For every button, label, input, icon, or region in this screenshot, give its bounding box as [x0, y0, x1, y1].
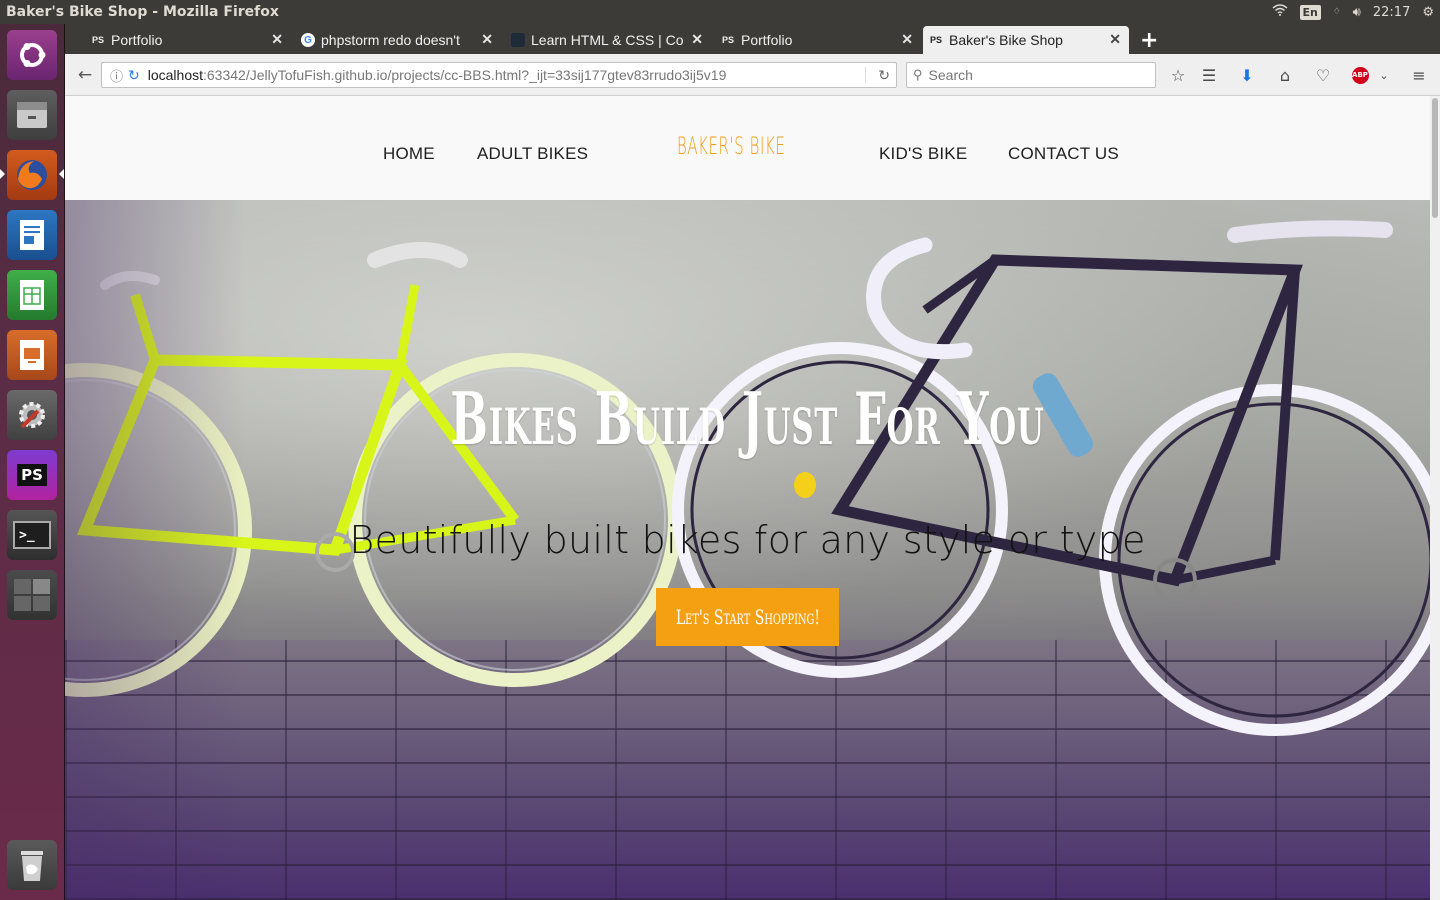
impress-icon[interactable]	[7, 330, 57, 380]
trash-icon[interactable]	[7, 840, 57, 890]
phpstorm-favicon-icon: PS	[929, 35, 942, 45]
scrollbar-thumb[interactable]	[1432, 98, 1438, 218]
file-cabinet-icon[interactable]	[7, 90, 57, 140]
url-host: localhost	[147, 67, 203, 83]
phpstorm-favicon-icon: PS	[721, 35, 734, 45]
top-panel: Baker's Bike Shop - Mozilla Firefox En ᛜ…	[0, 0, 1440, 24]
tab-label: Portfolio	[111, 32, 163, 48]
ubuntu-logo-icon[interactable]	[7, 30, 57, 80]
search-placeholder: Search	[928, 67, 973, 83]
workspaces-icon[interactable]	[7, 570, 57, 620]
tab-label: Baker's Bike Shop	[949, 32, 1063, 48]
window-title: Baker's Bike Shop - Mozilla Firefox	[6, 4, 279, 20]
reload-icon[interactable]: ↻	[878, 67, 890, 84]
home-icon[interactable]: ⌂	[1273, 63, 1297, 87]
hero-title: Bikes Build Just For You	[450, 376, 1045, 461]
url-bar[interactable]: ⓘ ↻ localhost:63342/JellyTofuFish.github…	[101, 62, 897, 88]
tab-label: Portfolio	[741, 32, 793, 48]
unity-launcher: PS >_	[0, 24, 65, 900]
url-text[interactable]: localhost:63342/JellyTofuFish.github.io/…	[148, 67, 727, 83]
close-tab-icon[interactable]: ✕	[1109, 31, 1121, 48]
nav-home[interactable]: HOME	[383, 144, 435, 164]
settings-gear-icon[interactable]: ⚙	[1422, 5, 1434, 20]
start-shopping-label: Let's Start Shopping!	[675, 605, 820, 629]
page-scrollbar[interactable]	[1430, 96, 1440, 900]
site-header: HOME ADULT BIKES BAKER'S BIKE KID'S BIKE…	[65, 96, 1430, 200]
hero-section: Bikes Build Just For You Beutifully buil…	[65, 200, 1430, 900]
pocket-icon[interactable]: ♡	[1311, 63, 1335, 87]
tab-learn-html-css[interactable]: Learn HTML & CSS | Co ✕	[505, 26, 711, 54]
keyboard-layout-indicator[interactable]: En	[1299, 4, 1321, 20]
bookmark-star-icon[interactable]: ☆	[1166, 63, 1190, 87]
browser-tab-strip: PS Portfolio ✕ G phpstorm redo doesn't ✕…	[65, 24, 1440, 54]
terminal-label: >_	[13, 521, 51, 549]
chevron-down-icon[interactable]: ⌄	[1372, 63, 1396, 87]
loading-icon: ↻	[128, 66, 140, 83]
phpstorm-icon[interactable]: PS	[7, 450, 57, 500]
tab-label: phpstorm redo doesn't	[321, 32, 460, 48]
system-tray: En ᛜ 🔊︎ 22:17 ⚙	[1272, 0, 1434, 24]
hero-subtitle: Beutifully built bikes for any style or …	[349, 518, 1146, 562]
search-icon: ⚲	[913, 67, 923, 82]
url-path: :63342/JellyTofuFish.github.io/projects/…	[203, 67, 727, 83]
bluetooth-icon[interactable]: ᛜ	[1333, 5, 1341, 20]
back-arrow-icon[interactable]: ←	[73, 63, 97, 87]
writer-icon[interactable]	[7, 210, 57, 260]
nav-adult-bikes[interactable]: ADULT BIKES	[477, 144, 588, 164]
phpstorm-favicon-icon: PS	[91, 35, 104, 45]
close-tab-icon[interactable]: ✕	[691, 31, 703, 48]
google-favicon-icon: G	[301, 33, 315, 47]
wifi-icon[interactable]	[1272, 4, 1288, 20]
tab-bakers-bike-shop[interactable]: PS Baker's Bike Shop ✕	[923, 26, 1129, 54]
phpstorm-label: PS	[17, 464, 47, 486]
tab-phpstorm-redo[interactable]: G phpstorm redo doesn't ✕	[295, 26, 501, 54]
search-bar[interactable]: ⚲ Search	[906, 62, 1156, 88]
close-tab-icon[interactable]: ✕	[271, 31, 283, 48]
clock[interactable]: 22:17	[1373, 5, 1410, 20]
page-viewport: HOME ADULT BIKES BAKER'S BIKE KID'S BIKE…	[65, 96, 1440, 900]
settings-icon[interactable]	[7, 390, 57, 440]
reading-list-icon[interactable]: ☰	[1197, 63, 1221, 87]
close-tab-icon[interactable]: ✕	[901, 31, 913, 48]
active-app-indicator	[0, 169, 5, 179]
active-app-indicator-right	[59, 169, 64, 179]
tab-portfolio-2[interactable]: PS Portfolio ✕	[715, 26, 921, 54]
downloads-icon[interactable]: ⬇	[1235, 63, 1259, 87]
new-tab-icon[interactable]: +	[1140, 28, 1158, 53]
nav-contact-us[interactable]: CONTACT US	[1008, 144, 1119, 164]
adblock-plus-icon[interactable]: ABP	[1348, 63, 1372, 87]
hamburger-menu-icon[interactable]: ≡	[1407, 63, 1431, 87]
calc-icon[interactable]	[7, 270, 57, 320]
codecademy-favicon-icon	[511, 33, 525, 47]
volume-icon[interactable]: 🔊︎	[1353, 5, 1361, 20]
url-separator	[865, 67, 866, 83]
site-info-icon[interactable]: ⓘ	[110, 66, 126, 85]
start-shopping-button[interactable]: Let's Start Shopping!	[656, 588, 839, 646]
terminal-icon[interactable]: >_	[7, 510, 57, 560]
tab-label: Learn HTML & CSS | Co	[531, 32, 683, 48]
dark-bike-illustration	[672, 220, 1430, 736]
close-tab-icon[interactable]: ✕	[481, 31, 493, 48]
site-logo[interactable]: BAKER'S BIKE	[677, 132, 785, 160]
tab-portfolio-1[interactable]: PS Portfolio ✕	[85, 26, 291, 54]
nav-kids-bike[interactable]: KID'S BIKE	[879, 144, 967, 164]
browser-navigation-bar: ← ⓘ ↻ localhost:63342/JellyTofuFish.gith…	[65, 54, 1440, 96]
firefox-icon[interactable]	[7, 150, 57, 200]
